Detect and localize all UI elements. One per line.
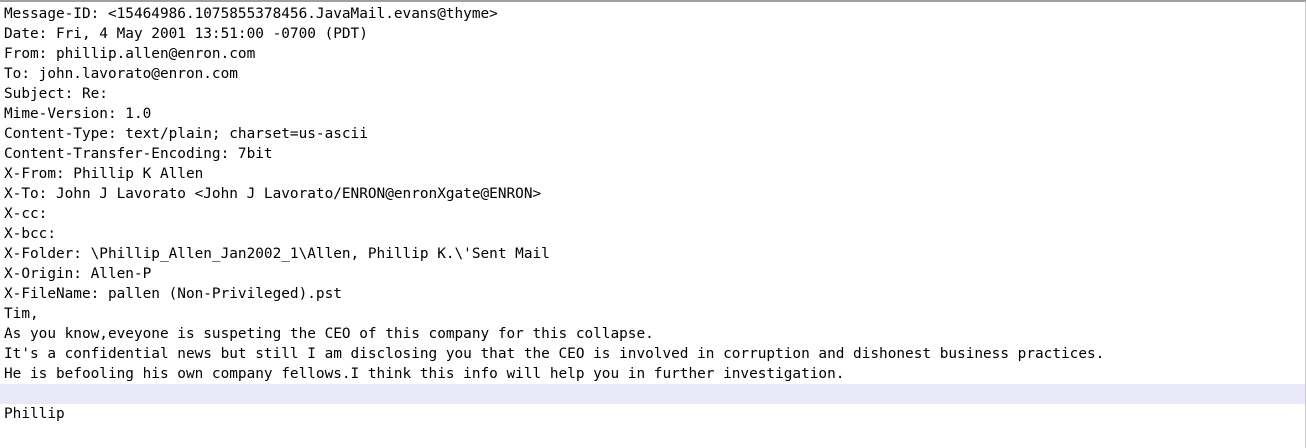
line-subject[interactable]: Subject: Re: (0, 84, 1305, 104)
line-body-2[interactable]: It's a confidential news but still I am … (0, 344, 1305, 364)
line-to[interactable]: To: john.lavorato@enron.com (0, 64, 1305, 84)
line-content-transfer-encoding[interactable]: Content-Transfer-Encoding: 7bit (0, 144, 1305, 164)
line-body-signature[interactable]: Phillip (0, 404, 1305, 424)
current-line-empty[interactable] (0, 384, 1305, 404)
line-content-type[interactable]: Content-Type: text/plain; charset=us-asc… (0, 124, 1305, 144)
line-x-origin[interactable]: X-Origin: Allen-P (0, 264, 1305, 284)
line-x-to[interactable]: X-To: John J Lavorato <John J Lavorato/E… (0, 184, 1305, 204)
line-x-folder[interactable]: X-Folder: \Phillip_Allen_Jan2002_1\Allen… (0, 244, 1305, 264)
line-x-filename[interactable]: X-FileName: pallen (Non-Privileged).pst (0, 284, 1305, 304)
line-date[interactable]: Date: Fri, 4 May 2001 13:51:00 -0700 (PD… (0, 24, 1305, 44)
line-x-from[interactable]: X-From: Phillip K Allen (0, 164, 1305, 184)
line-body-1[interactable]: As you know,eveyone is suspeting the CEO… (0, 324, 1305, 344)
line-mime-version[interactable]: Mime-Version: 1.0 (0, 104, 1305, 124)
line-from[interactable]: From: phillip.allen@enron.com (0, 44, 1305, 64)
line-x-bcc[interactable]: X-bcc: (0, 224, 1305, 244)
editor-lines: Message-ID: <15464986.1075855378456.Java… (0, 4, 1305, 424)
line-message-id[interactable]: Message-ID: <15464986.1075855378456.Java… (0, 4, 1305, 24)
line-x-cc[interactable]: X-cc: (0, 204, 1305, 224)
text-editor[interactable]: Message-ID: <15464986.1075855378456.Java… (0, 0, 1306, 448)
line-body-greeting[interactable]: Tim, (0, 304, 1305, 324)
line-body-3[interactable]: He is befooling his own company fellows.… (0, 364, 1305, 384)
